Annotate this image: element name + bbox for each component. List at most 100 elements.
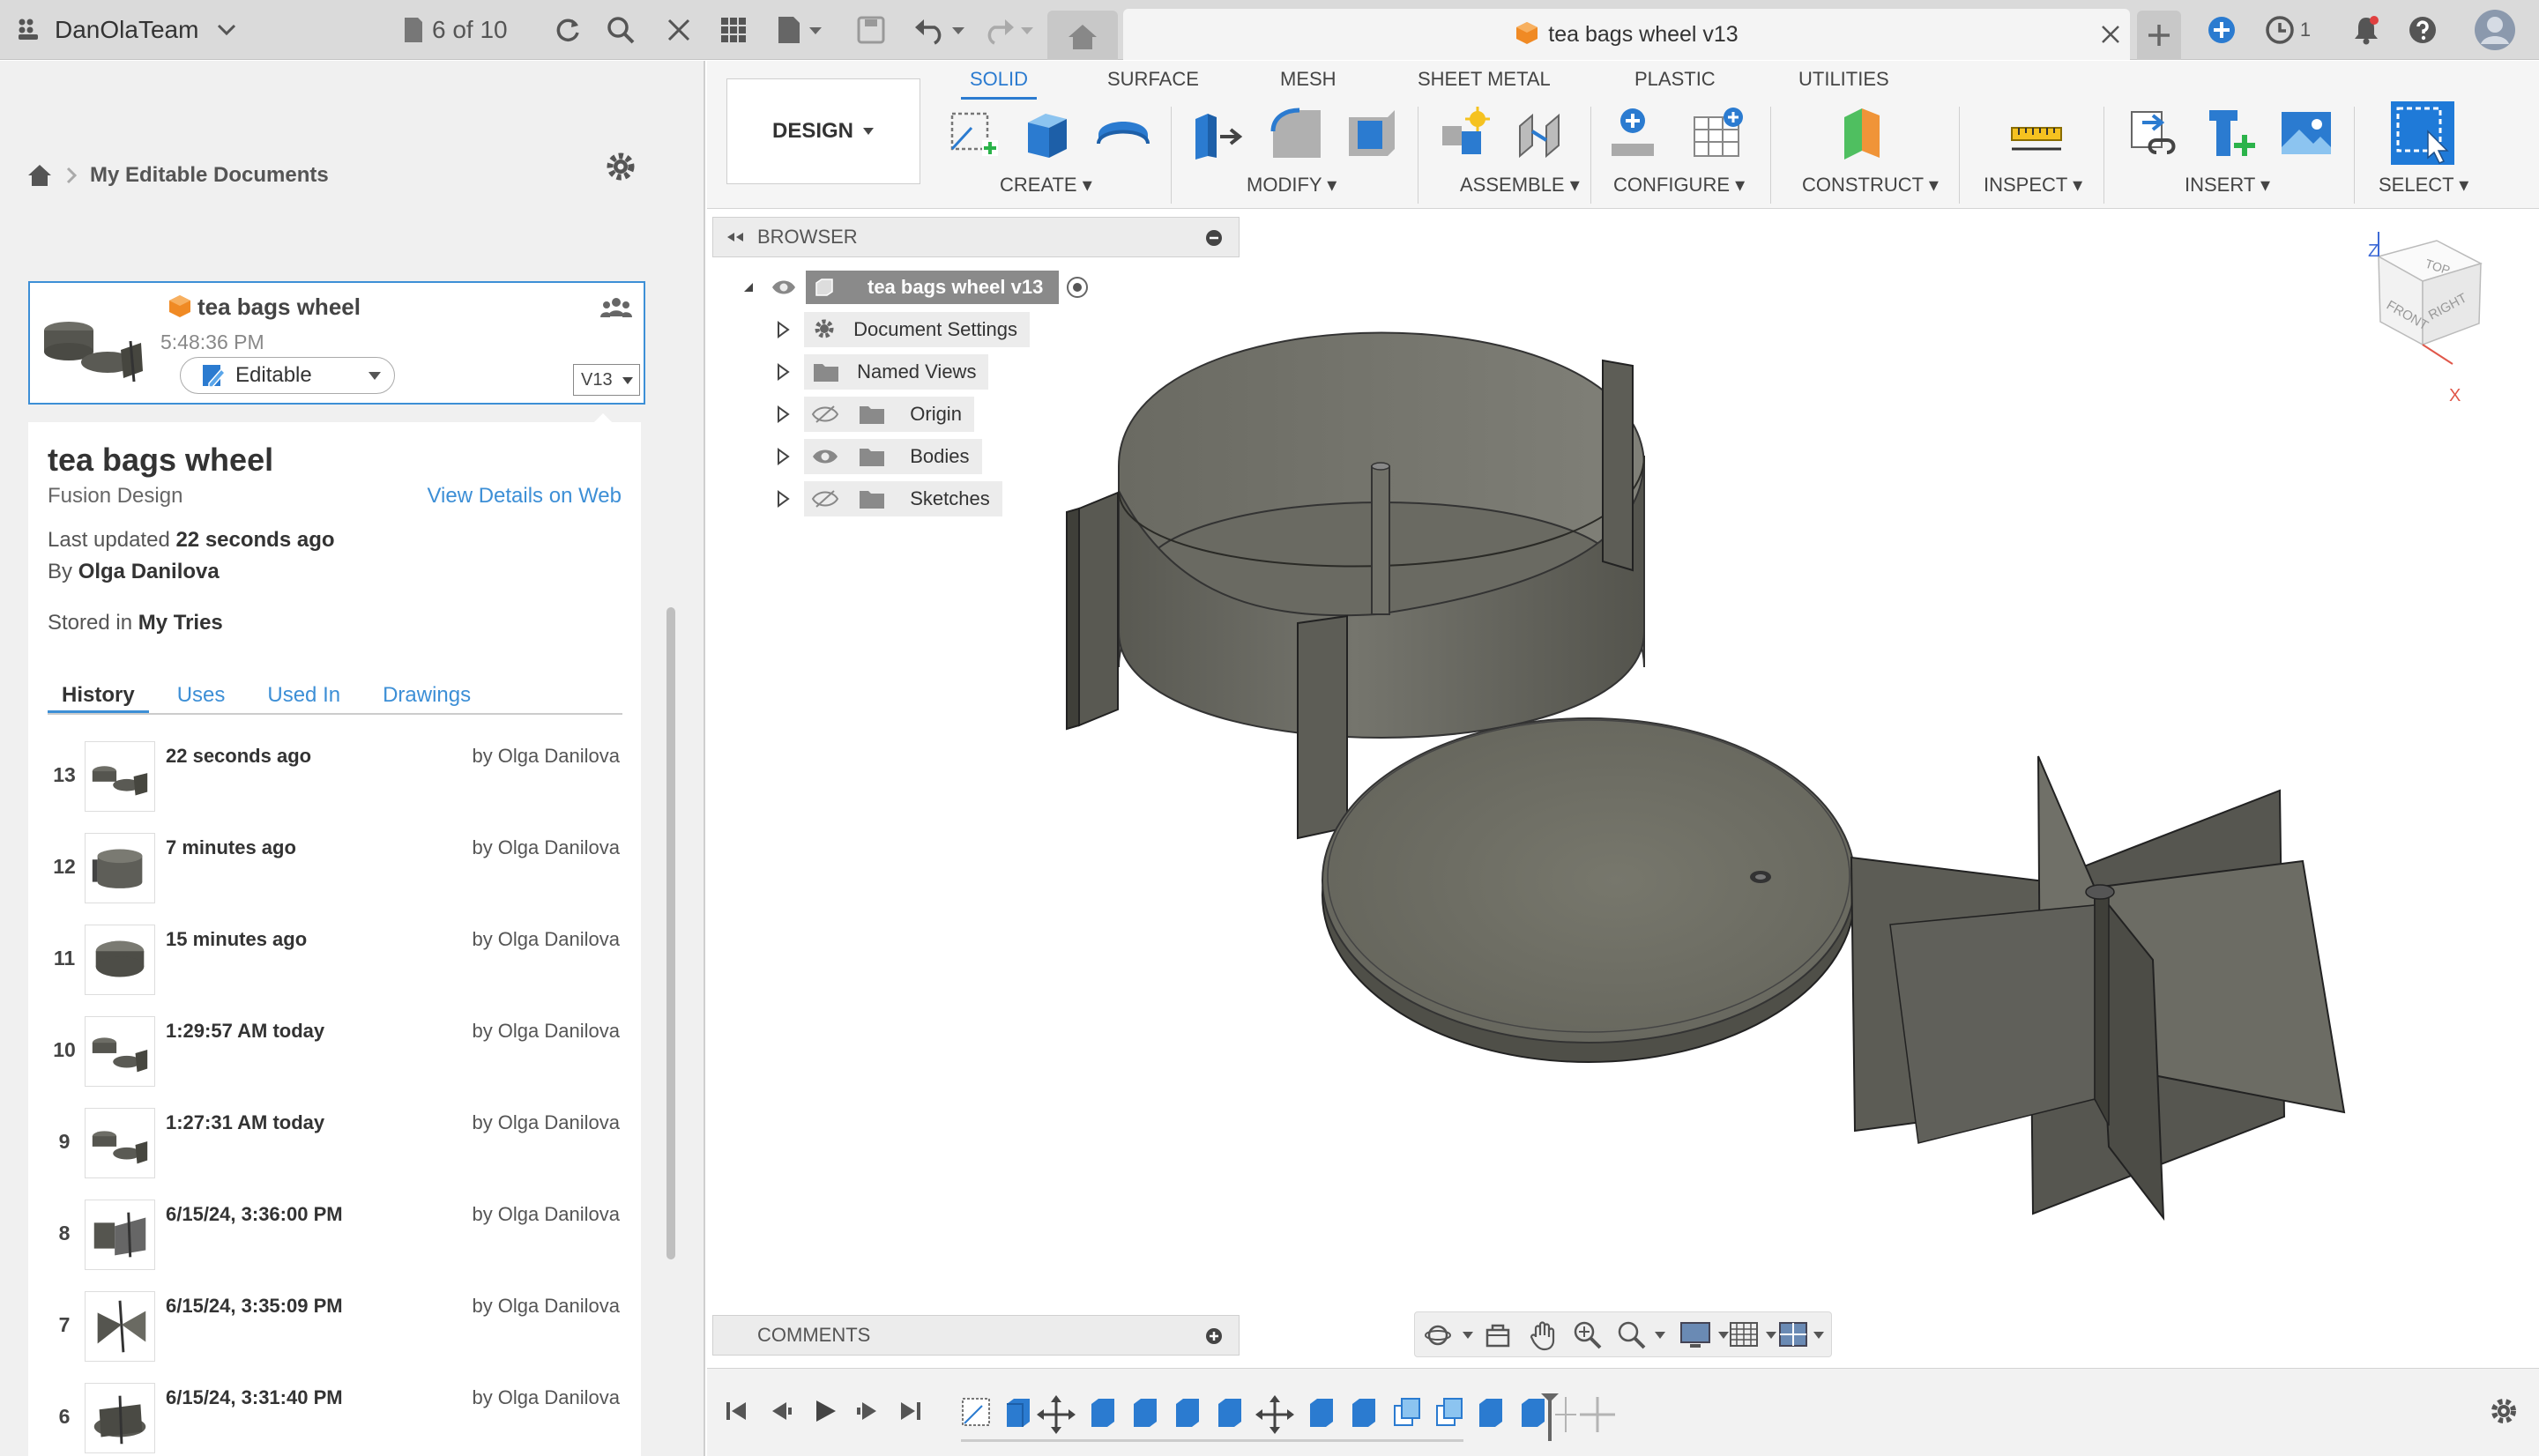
history-thumbnail[interactable] — [85, 833, 155, 903]
group-select[interactable]: SELECT ▾ — [2379, 174, 2468, 197]
browser-panel-header[interactable]: BROWSER — [712, 217, 1240, 257]
expand-right-icon[interactable] — [771, 321, 795, 338]
redo-icon[interactable] — [979, 0, 1042, 60]
activate-radio-icon[interactable] — [1066, 276, 1089, 299]
group-construct[interactable]: CONSTRUCT ▾ — [1802, 174, 1939, 197]
display-settings-icon[interactable] — [1679, 1319, 1734, 1351]
look-at-icon[interactable] — [1484, 1321, 1512, 1349]
timeline-feature-extrude[interactable] — [1479, 1399, 1502, 1427]
group-inspect[interactable]: INSPECT ▾ — [1984, 174, 2082, 197]
history-row[interactable]: 6 6/15/24, 3:31:40 PM by Olga Danilova — [28, 1371, 641, 1456]
zoom-icon[interactable] — [1572, 1319, 1604, 1351]
timeline-feature-extrude[interactable] — [1352, 1399, 1375, 1427]
group-insert[interactable]: INSERT ▾ — [2185, 174, 2270, 197]
insert-mcmaster-icon[interactable] — [2202, 105, 2259, 161]
browser-item-origin[interactable]: Origin — [771, 397, 974, 432]
tab-utilities[interactable]: UTILITIES — [1798, 68, 1889, 91]
group-create[interactable]: CREATE ▾ — [1000, 174, 1092, 197]
timeline-feature-move[interactable] — [1255, 1395, 1294, 1434]
timeline-settings-icon[interactable] — [2488, 1395, 2520, 1427]
paddle-wheel[interactable] — [1850, 755, 2346, 1222]
view-details-link[interactable]: View Details on Web — [427, 484, 622, 509]
step-back-icon[interactable] — [765, 1395, 797, 1427]
history-row[interactable]: 13 22 seconds ago by Olga Danilova — [28, 729, 641, 821]
home-icon[interactable] — [26, 163, 53, 188]
gear-icon[interactable] — [605, 151, 637, 182]
timeline-feature-move-suppressed[interactable] — [1555, 1397, 1576, 1432]
group-configure[interactable]: CONFIGURE ▾ — [1613, 174, 1745, 197]
tab-solid[interactable]: SOLID — [960, 68, 1038, 100]
fillet-icon[interactable] — [1268, 105, 1324, 161]
press-pull-icon[interactable] — [1190, 105, 1247, 161]
timeline-feature-move[interactable] — [1037, 1395, 1076, 1434]
collapse-panel-icon[interactable] — [726, 232, 745, 242]
eye-icon[interactable] — [811, 447, 839, 466]
tab-drawings[interactable]: Drawings — [369, 678, 485, 713]
history-thumbnail[interactable] — [85, 741, 155, 812]
view-cube[interactable]: TOP FRONT RIGHT Z X — [2368, 232, 2483, 405]
timeline-feature-extrude[interactable] — [1522, 1399, 1545, 1427]
file-menu-icon[interactable] — [772, 0, 829, 60]
insert-canvas-icon[interactable] — [2278, 105, 2334, 161]
eye-icon[interactable] — [771, 279, 797, 296]
stored-value[interactable]: My Tries — [138, 611, 223, 635]
group-modify[interactable]: MODIFY ▾ — [1247, 174, 1337, 197]
configuration-table-icon[interactable] — [1691, 105, 1747, 161]
workspace-switcher[interactable]: DESIGN — [726, 78, 920, 184]
history-thumbnail[interactable] — [85, 1200, 155, 1270]
history-thumbnail[interactable] — [85, 1016, 155, 1087]
play-icon[interactable] — [809, 1395, 841, 1427]
tab-plastic[interactable]: PLASTIC — [1634, 68, 1716, 91]
timeline-feature-extrude[interactable] — [1176, 1399, 1199, 1427]
fit-icon[interactable] — [1616, 1319, 1671, 1351]
orbit-icon[interactable] — [1424, 1321, 1477, 1349]
expand-right-icon[interactable] — [771, 490, 795, 508]
select-icon[interactable] — [2389, 100, 2456, 167]
browser-item-sketches[interactable]: Sketches — [771, 481, 1002, 516]
tab-history[interactable]: History — [48, 678, 149, 713]
insert-derive-icon[interactable] — [2126, 105, 2183, 161]
history-row[interactable]: 10 1:29:57 AM today by Olga Danilova — [28, 1004, 641, 1096]
timeline-feature-combine[interactable] — [1394, 1398, 1420, 1426]
comments-panel[interactable]: COMMENTS — [712, 1315, 1240, 1356]
create-sketch-icon[interactable] — [945, 105, 1001, 161]
timeline-feature-sketch[interactable] — [962, 1398, 990, 1426]
minimize-icon[interactable] — [1205, 229, 1223, 247]
extensions-icon[interactable] — [2200, 0, 2243, 60]
shared-users-icon[interactable] — [599, 295, 633, 322]
apps-grid-icon[interactable] — [12, 0, 48, 60]
revolve-icon[interactable] — [1095, 105, 1151, 161]
save-icon[interactable] — [850, 0, 892, 60]
notifications-icon[interactable] — [2345, 0, 2387, 60]
history-thumbnail[interactable] — [85, 925, 155, 995]
eye-hidden-icon[interactable] — [811, 489, 839, 509]
history-row[interactable]: 11 15 minutes ago by Olga Danilova — [28, 912, 641, 1004]
eye-hidden-icon[interactable] — [811, 405, 839, 424]
browser-item-document-settings[interactable]: Document Settings — [771, 312, 1030, 347]
tab-used-in[interactable]: Used In — [253, 678, 354, 713]
joint-icon[interactable] — [1511, 105, 1567, 161]
chevron-down-icon[interactable] — [213, 0, 240, 60]
tab-surface[interactable]: SURFACE — [1107, 68, 1199, 91]
home-tab[interactable] — [1047, 11, 1118, 60]
new-tab-button[interactable] — [2137, 11, 2181, 60]
shell-icon[interactable] — [1344, 105, 1400, 161]
go-to-end-icon[interactable] — [894, 1395, 926, 1427]
timeline-feature-extrude[interactable] — [1007, 1399, 1030, 1427]
refresh-icon[interactable] — [547, 0, 589, 60]
tab-sheet-metal[interactable]: SHEET METAL — [1418, 68, 1551, 91]
grid-settings-icon[interactable] — [1729, 1319, 1783, 1351]
history-thumbnail[interactable] — [85, 1383, 155, 1453]
browser-item-named-views[interactable]: Named Views — [771, 354, 989, 390]
undo-icon[interactable] — [910, 0, 973, 60]
timeline-features[interactable] — [959, 1390, 1629, 1443]
history-row[interactable]: 12 7 minutes ago by Olga Danilova — [28, 821, 641, 912]
timeline-feature-combine[interactable] — [1436, 1398, 1463, 1426]
pan-icon[interactable] — [1528, 1319, 1558, 1351]
timeline-feature-extrude[interactable] — [1091, 1399, 1114, 1427]
history-row[interactable]: 9 1:27:31 AM today by Olga Danilova — [28, 1096, 641, 1187]
document-card[interactable]: tea bags wheel 5:48:36 PM Editable V13 — [28, 281, 645, 405]
help-icon[interactable] — [2401, 0, 2444, 60]
expand-down-icon[interactable] — [741, 281, 756, 293]
history-row[interactable]: 8 6/15/24, 3:36:00 PM by Olga Danilova — [28, 1187, 641, 1279]
